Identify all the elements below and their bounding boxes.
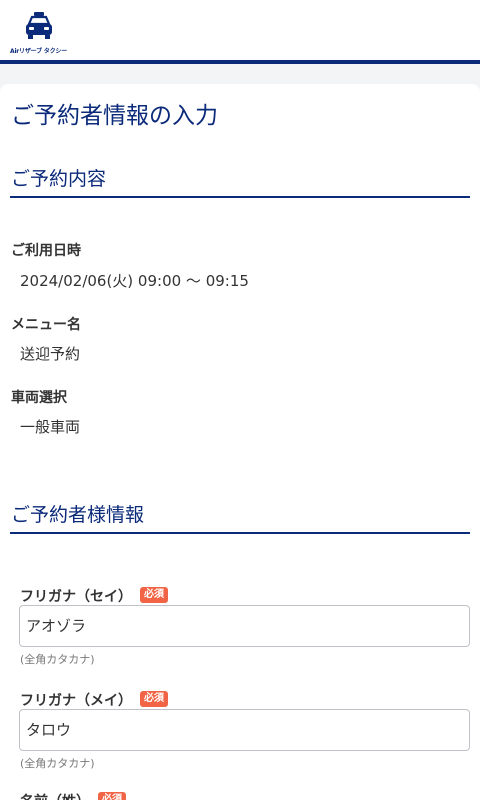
header-accent-bar (0, 60, 480, 64)
kana-mei-label: フリガナ（メイ） (20, 693, 132, 709)
name-sei-label: 名前（姓） (20, 791, 90, 800)
logo-text: Airリザーブ タクシー (10, 48, 67, 55)
datetime-value: 2024/02/06(火) 09:00 〜 09:15 (20, 272, 249, 290)
taxi-icon (26, 12, 52, 39)
kana-mei-input[interactable]: タロウ (19, 709, 470, 751)
logo[interactable]: Airリザーブ タクシー (10, 8, 68, 55)
page-title: ご予約者情報の入力 (11, 103, 218, 129)
reservation-section-title: ご予約内容 (11, 168, 107, 190)
section-divider (10, 196, 470, 198)
required-badge: 必須 (140, 587, 168, 603)
menu-value: 送迎予約 (20, 345, 81, 363)
vehicle-value: 一般車両 (20, 418, 81, 436)
menu-label: メニュー名 (11, 317, 81, 333)
vehicle-label: 車両選択 (11, 390, 67, 406)
section-divider (10, 532, 470, 534)
app-header: Airリザーブ タクシー (0, 0, 480, 60)
kana-mei-hint: (全角カタカナ) (20, 757, 95, 770)
required-badge: 必須 (140, 691, 168, 707)
kana-sei-input[interactable]: アオゾラ (19, 605, 470, 647)
kana-sei-label: フリガナ（セイ） (20, 589, 132, 605)
datetime-label: ご利用日時 (11, 243, 81, 259)
customer-section-title: ご予約者様情報 (11, 504, 145, 526)
required-badge: 必須 (98, 792, 126, 800)
kana-sei-hint: (全角カタカナ) (20, 653, 95, 666)
